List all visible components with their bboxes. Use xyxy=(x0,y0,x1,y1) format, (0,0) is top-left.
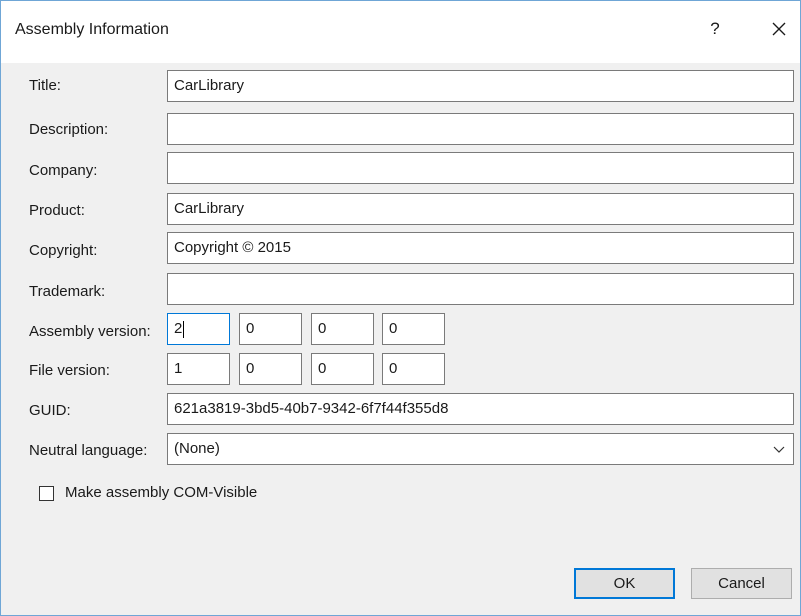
assembly-version-minor[interactable]: 0 xyxy=(239,313,302,345)
trademark-label: Trademark: xyxy=(29,283,106,300)
file-version-label: File version: xyxy=(29,362,110,379)
assembly-information-dialog: Assembly Information ? Title: CarLibrary… xyxy=(0,0,801,616)
com-visible-label: Make assembly COM-Visible xyxy=(65,484,258,501)
ok-button[interactable]: OK xyxy=(574,568,675,599)
chevron-down-icon xyxy=(773,446,785,453)
trademark-input[interactable] xyxy=(167,273,794,305)
file-version-revision[interactable]: 0 xyxy=(382,353,445,385)
assembly-version-major-value: 2 xyxy=(174,320,183,337)
title-input[interactable]: CarLibrary xyxy=(167,70,794,102)
close-icon xyxy=(772,22,786,36)
company-input[interactable] xyxy=(167,152,794,184)
assembly-version-build[interactable]: 0 xyxy=(311,313,374,345)
assembly-version-label: Assembly version: xyxy=(29,323,151,340)
help-button[interactable]: ? xyxy=(701,15,729,43)
description-label: Description: xyxy=(29,121,109,138)
description-input[interactable] xyxy=(167,113,794,145)
title-bar: Assembly Information ? xyxy=(1,1,800,63)
assembly-version-major[interactable]: 2 xyxy=(167,313,230,345)
guid-label: GUID: xyxy=(29,402,71,419)
product-input[interactable]: CarLibrary xyxy=(167,193,794,225)
neutral-language-select[interactable]: (None) xyxy=(167,433,794,465)
dialog-title: Assembly Information xyxy=(15,21,169,38)
com-visible-checkbox[interactable] xyxy=(39,486,54,501)
neutral-language-value: (None) xyxy=(174,440,220,457)
file-version-minor[interactable]: 0 xyxy=(239,353,302,385)
product-label: Product: xyxy=(29,202,85,219)
close-button[interactable] xyxy=(765,15,793,43)
copyright-label: Copyright: xyxy=(29,242,98,259)
guid-input[interactable]: 621a3819-3bd5-40b7-9342-6f7f44f355d8 xyxy=(167,393,794,425)
neutral-language-label: Neutral language: xyxy=(29,442,148,459)
title-label: Title: xyxy=(29,77,61,94)
copyright-input[interactable]: Copyright © 2015 xyxy=(167,232,794,264)
assembly-version-revision[interactable]: 0 xyxy=(382,313,445,345)
cancel-button[interactable]: Cancel xyxy=(691,568,792,599)
file-version-build[interactable]: 0 xyxy=(311,353,374,385)
text-caret xyxy=(183,320,185,338)
file-version-major[interactable]: 1 xyxy=(167,353,230,385)
company-label: Company: xyxy=(29,162,98,179)
